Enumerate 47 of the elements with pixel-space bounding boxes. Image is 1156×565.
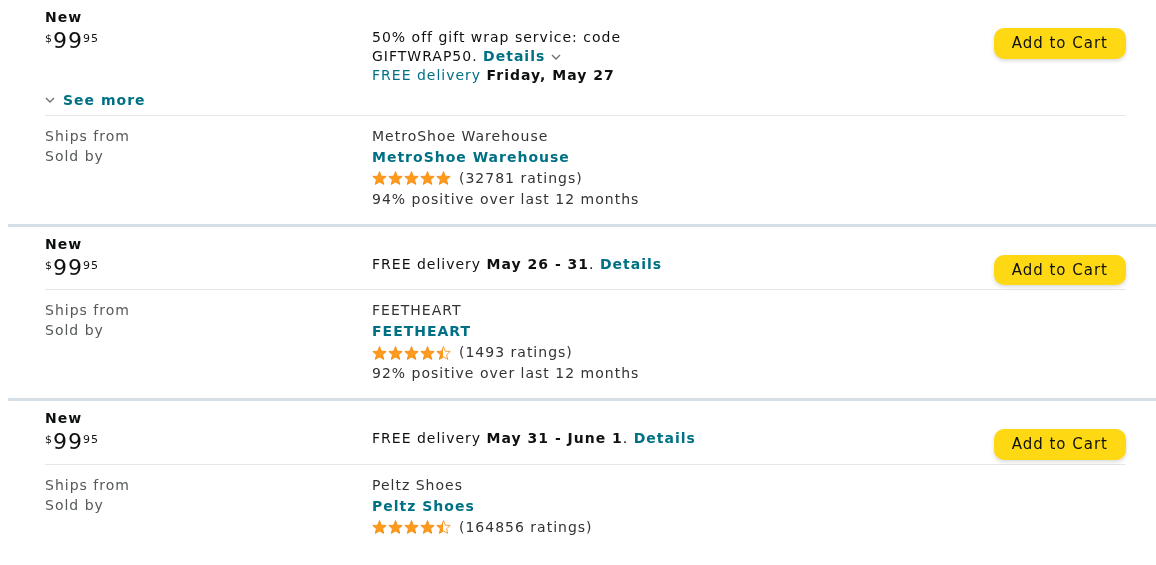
details-link[interactable]: Details: [600, 255, 663, 272]
star-icon: [420, 171, 435, 185]
ships-from-value: FEETHEART: [372, 301, 463, 320]
positive-feedback: 94% positive over last 12 months: [372, 189, 641, 209]
star-icon: [436, 520, 451, 534]
details-link[interactable]: Details: [483, 48, 546, 64]
promo-text: 50% off gift wrap service: code GIFTWRAP50. Details: [372, 28, 623, 66]
field-label: Sold by: [45, 495, 105, 515]
field-label: Ships from: [45, 475, 131, 495]
ships-from-value: Peltz Shoes: [372, 475, 464, 495]
field-label: Sold by: [45, 146, 105, 166]
delivery-text: FREE delivery May 26 - 31. Details: [372, 254, 664, 274]
star-icon: [372, 345, 387, 360]
ratings-count: (32781 ratings): [459, 168, 583, 188]
caret-icon: [45, 97, 55, 103]
delivery-text: FREE delivery May 31 - June 1. Details: [372, 429, 697, 448]
ratings-count: (164856 ratings): [459, 517, 593, 537]
field-label: Sold by: [45, 321, 105, 340]
details-link[interactable]: Details: [633, 430, 696, 446]
seller-link[interactable]: FEETHEART: [372, 321, 472, 342]
star-icon: [420, 345, 435, 360]
star-icon: [436, 345, 451, 360]
ratings-count: (1493 ratings): [459, 343, 573, 362]
star-icon: [404, 520, 419, 534]
condition-label: New: [45, 234, 84, 254]
star-icon: [388, 345, 403, 360]
condition-label: New: [45, 8, 84, 27]
star-icon: [436, 171, 451, 185]
star-icon: [372, 171, 387, 185]
add-to-cart-button[interactable]: Add to Cart: [993, 254, 1126, 285]
star-icon: [420, 520, 435, 534]
field-label: Ships from: [45, 126, 131, 146]
see-more-link[interactable]: See more: [45, 89, 146, 111]
star-icon: [388, 520, 403, 534]
delivery-text: FREE delivery Friday, May 27: [372, 66, 616, 85]
star-icon: [404, 171, 419, 185]
seller-link[interactable]: Peltz Shoes: [372, 495, 475, 517]
field-label: Ships from: [45, 301, 131, 320]
add-to-cart-button[interactable]: Add to Cart: [993, 429, 1126, 460]
star-icon: [372, 520, 387, 534]
seller-link[interactable]: MetroShoe Warehouse: [372, 146, 570, 168]
star-icon: [388, 171, 403, 185]
condition-label: New: [45, 409, 84, 428]
add-to-cart-button[interactable]: Add to Cart: [993, 28, 1126, 59]
ships-from-value: MetroShoe Warehouse: [372, 126, 550, 146]
positive-feedback: 92% positive over last 12 months: [372, 364, 641, 383]
star-icon: [404, 345, 419, 360]
